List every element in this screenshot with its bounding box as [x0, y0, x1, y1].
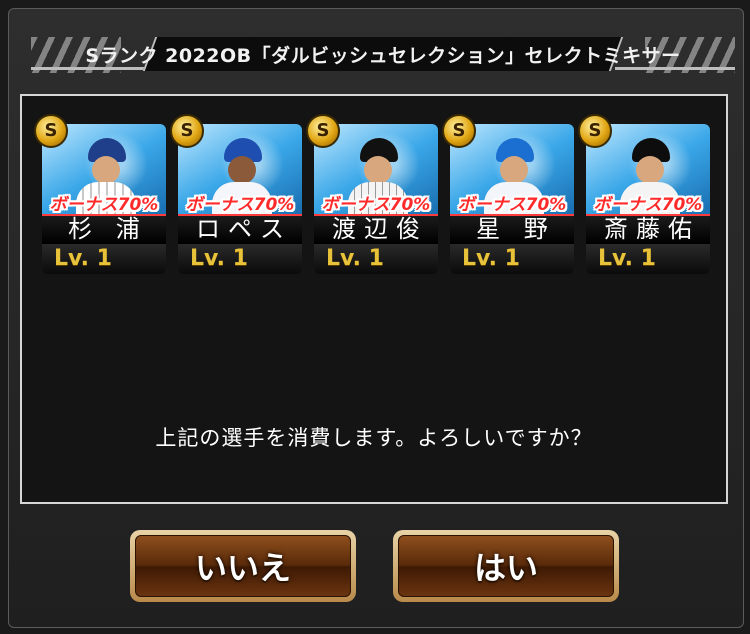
- player-card-list: S ボーナス70% 杉 浦 Lv. 1 S ボーナス70% ロペス Lv. 1: [34, 114, 720, 278]
- player-level: Lv. 1: [190, 246, 248, 271]
- no-button[interactable]: いいえ: [130, 530, 356, 602]
- bonus-label: ボーナス70%: [457, 195, 567, 215]
- content-panel: S ボーナス70% 杉 浦 Lv. 1 S ボーナス70% ロペス Lv. 1: [20, 94, 728, 504]
- player-card[interactable]: S ボーナス70% ロペス Lv. 1: [170, 114, 304, 278]
- dialog-title-bar: Sランク 2022OB「ダルビッシュセレクション」セレクトミキサー: [31, 37, 735, 73]
- player-card[interactable]: S ボーナス70% 星 野 Lv. 1: [442, 114, 576, 278]
- s-rank-icon: S: [578, 114, 612, 148]
- bonus-label: ボーナス70%: [593, 195, 703, 215]
- no-button-label[interactable]: いいえ: [135, 535, 351, 597]
- dialog-title: Sランク 2022OB「ダルビッシュセレクション」セレクトミキサー: [85, 44, 681, 67]
- bonus-label: ボーナス70%: [185, 195, 295, 215]
- bonus-label: ボーナス70%: [49, 195, 159, 215]
- player-name: 杉 浦: [68, 215, 148, 243]
- player-name: ロペス: [196, 215, 292, 243]
- player-card[interactable]: S ボーナス70% 斎藤佑 Lv. 1: [578, 114, 712, 278]
- confirm-message: 上記の選手を消費します。よろしいですか？: [155, 426, 593, 450]
- player-level: Lv. 1: [462, 246, 520, 271]
- yes-button[interactable]: はい: [393, 530, 619, 602]
- player-level: Lv. 1: [598, 246, 656, 271]
- player-card[interactable]: S ボーナス70% 渡辺俊 Lv. 1: [306, 114, 440, 278]
- s-rank-icon: S: [306, 114, 340, 148]
- s-rank-icon: S: [34, 114, 68, 148]
- player-name: 渡辺俊: [332, 215, 428, 243]
- player-card[interactable]: S ボーナス70% 杉 浦 Lv. 1: [34, 114, 168, 278]
- s-rank-icon: S: [442, 114, 476, 148]
- player-name: 星 野: [476, 215, 556, 243]
- s-rank-icon: S: [170, 114, 204, 148]
- player-level: Lv. 1: [326, 246, 384, 271]
- player-level: Lv. 1: [54, 246, 112, 271]
- player-name: 斎藤佑: [604, 215, 700, 243]
- yes-button-label[interactable]: はい: [398, 535, 614, 597]
- bonus-label: ボーナス70%: [321, 195, 431, 215]
